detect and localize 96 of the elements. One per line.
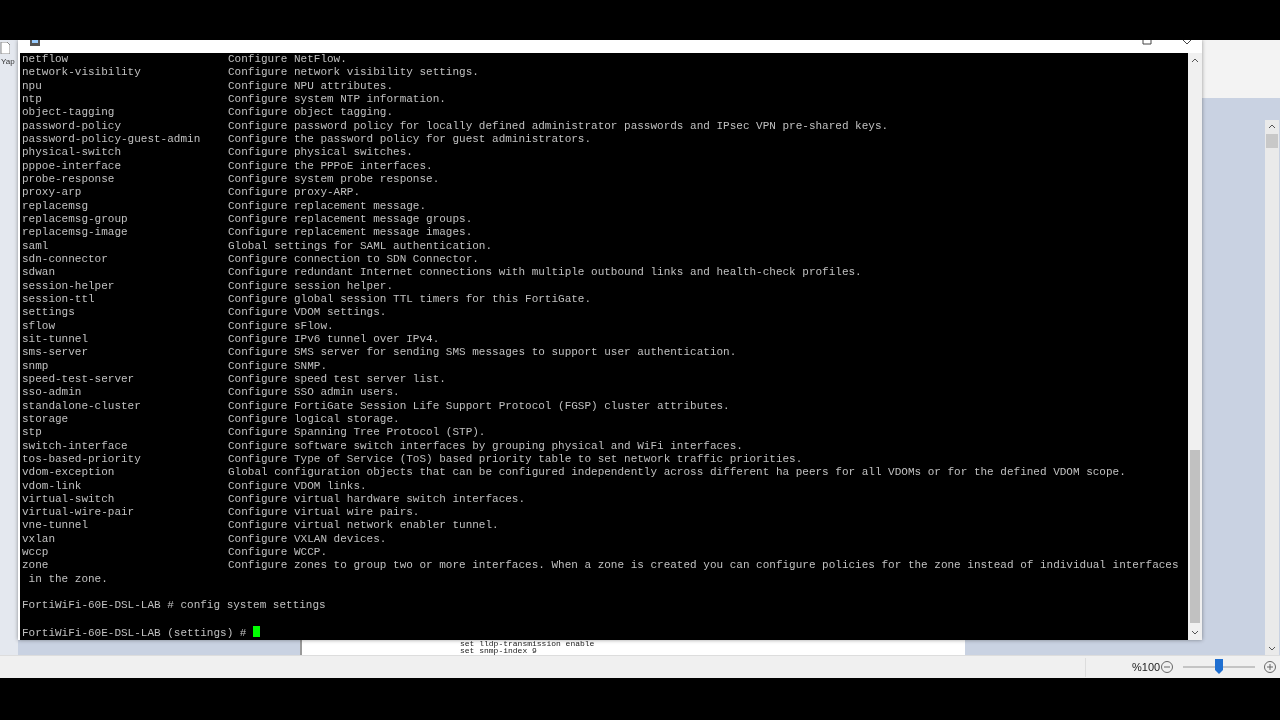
command-name: ntp: [22, 93, 43, 107]
command-name: standalone-cluster: [22, 399, 142, 413]
command-name: replacemsg-group: [22, 212, 129, 227]
command-name: settings: [22, 306, 76, 320]
command-name: replacemsg-image: [22, 226, 129, 240]
command-name: npu: [22, 79, 43, 93]
command-description: Configure the PPPoE interfaces.: [228, 159, 433, 173]
command-description: Configure replacement message images.: [228, 226, 473, 240]
command-name: sdwan: [22, 266, 56, 280]
command-description: Configure virtual wire pairs.: [228, 506, 420, 520]
command-description: in the zone.: [27, 572, 108, 587]
typed-command: config system settings: [180, 599, 326, 612]
document-line: set lldp-transmission enable: [460, 640, 595, 648]
command-description: Configure SSO admin users.: [228, 386, 400, 400]
command-name: virtual-wire-pair: [22, 506, 136, 520]
command-name: sflow: [22, 319, 56, 333]
command-name: probe-response: [22, 172, 116, 187]
command-description: Configure VXLAN devices.: [228, 532, 387, 547]
scrollbar[interactable]: [1265, 120, 1279, 655]
command-name: sms-server: [22, 346, 89, 360]
command-name: netflow: [22, 53, 70, 67]
command-name: speed-test-server: [22, 372, 136, 387]
ribbon-label: Yap: [1, 57, 15, 66]
command-description: Configure IPv6 tunnel over IPv4.: [228, 332, 440, 347]
document-line: set snmp-index 9: [460, 647, 537, 655]
document-icon: [0, 42, 10, 54]
command-description: Configure VDOM settings.: [228, 306, 387, 320]
scrollbar-thumb[interactable]: [1266, 134, 1278, 148]
command-description: Configure proxy-ARP.: [228, 186, 361, 200]
command-description: Global configuration objects that can be configured independently across different ha peers for all VDOMs or for the defined VDOM scope.: [228, 466, 1126, 480]
command-description: Configure session helper.: [228, 279, 394, 293]
command-description: Configure sFlow.: [228, 319, 334, 333]
command-name: tos-based-priority: [22, 452, 142, 467]
command-description: Configure system probe response.: [228, 172, 440, 187]
zoom-out-icon[interactable]: [1161, 661, 1173, 673]
command-description: Configure redundant Internet connections with multiple outbound links and health-check profiles.: [228, 266, 862, 280]
command-description: Configure virtual hardware switch interfaces.: [228, 492, 526, 507]
command-name: replacemsg: [22, 199, 89, 213]
slider-thumb[interactable]: [1215, 659, 1223, 674]
command-description: Configure zones to group two or more interfaces. When a zone is created you can configure policies for the zone instead of individual interfaces: [228, 559, 1179, 573]
command-description: Configure physical switches.: [228, 146, 413, 160]
command-name: sit-tunnel: [22, 332, 89, 347]
command-name: stp: [22, 426, 43, 440]
command-name: proxy-arp: [22, 186, 83, 200]
command-description: Configure connection to SDN Connector.: [228, 252, 479, 267]
command-description: Global settings for SAML authentication.: [228, 239, 493, 253]
command-description: Configure Spanning Tree Protocol (STP).: [228, 426, 486, 440]
command-description: Configure global session TTL timers for this FortiGate.: [228, 292, 592, 307]
command-name: password-policy: [22, 119, 123, 133]
command-name: storage: [22, 412, 70, 427]
command-name: pppoe-interface: [22, 159, 123, 173]
command-description: Configure software switch interfaces by grouping physical and WiFi interfaces.: [228, 439, 743, 453]
command-description: Configure logical storage.: [228, 412, 400, 427]
command-description: Configure object tagging.: [228, 106, 394, 120]
command-description: Configure VDOM links.: [228, 479, 367, 493]
command-description: Configure WCCP.: [228, 546, 328, 560]
command-name: session-ttl: [22, 292, 96, 307]
command-name: password-policy-guest-admin: [22, 132, 202, 147]
command-description: Configure speed test server list.: [228, 372, 446, 387]
command-name: zone: [22, 559, 50, 573]
command-description: Configure SNMP.: [228, 359, 328, 373]
command-name: physical-switch: [22, 146, 123, 160]
command-description: Configure NetFlow.: [228, 53, 347, 67]
command-name: virtual-switch: [22, 492, 116, 507]
command-name: object-tagging: [22, 106, 116, 120]
command-description: Configure network visibility settings.: [228, 66, 479, 80]
shell-prompt: FortiWiFi-60E-DSL-LAB #: [22, 599, 174, 612]
command-name: switch-interface: [22, 439, 129, 453]
zoom-level: %100: [1132, 661, 1161, 673]
maximize-icon[interactable]: [1142, 40, 1152, 45]
command-name: vdom-exception: [22, 466, 116, 480]
command-name: session-helper: [22, 279, 116, 293]
command-name: vxlan: [22, 532, 56, 547]
command-description: Configure SMS server for sending SMS messages to support user authentication.: [228, 346, 737, 360]
command-name: vdom-link: [22, 479, 83, 493]
command-description: Configure virtual network enabler tunnel.: [228, 519, 499, 533]
command-name: vne-tunnel: [22, 519, 89, 533]
zoom-in-icon[interactable]: [1264, 661, 1276, 673]
terminal-icon: [30, 40, 40, 46]
command-description: Configure FortiGate Session Life Support Protocol (FGSP) cluster attributes.: [228, 399, 730, 413]
command-description: Configure the password policy for guest administrators.: [228, 132, 592, 147]
command-name: sdn-connector: [22, 252, 109, 267]
command-description: Configure replacement message groups.: [228, 212, 473, 227]
command-name: saml: [22, 239, 50, 253]
command-description: Configure system NTP information.: [228, 93, 446, 107]
command-description: Configure replacement message.: [228, 199, 427, 213]
scrollbar-thumb[interactable]: [1190, 450, 1200, 623]
command-name: network-visibility: [22, 66, 142, 80]
shell-prompt: FortiWiFi-60E-DSL-LAB (settings) #: [22, 627, 247, 640]
command-name: snmp: [22, 359, 50, 373]
command-name: sso-admin: [22, 386, 83, 400]
command-name: wccp: [22, 546, 50, 560]
command-description: Configure password policy for locally defined administrator passwords and IPsec VPN pre-shared keys.: [228, 119, 889, 133]
scrollbar[interactable]: [1188, 53, 1202, 640]
command-description: Configure NPU attributes.: [228, 79, 394, 93]
command-description: Configure Type of Service (ToS) based priority table to set network traffic priorities.: [228, 452, 803, 467]
